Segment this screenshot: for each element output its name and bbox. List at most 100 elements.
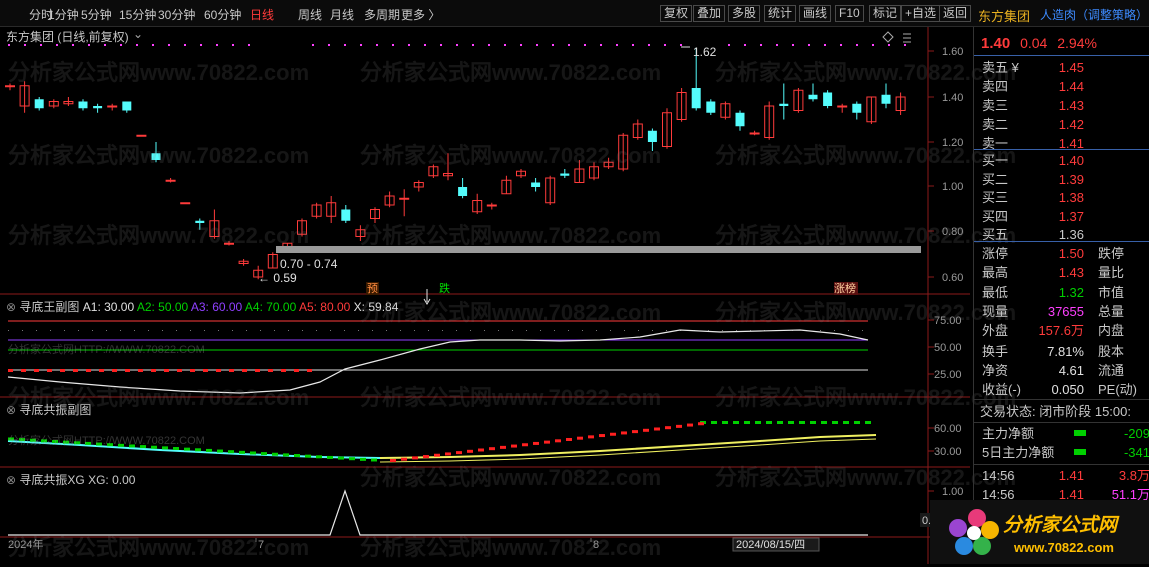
stat-label-right: 跌停 [1098,246,1125,261]
signal-dot [440,44,442,46]
candle-body [458,187,468,196]
toolbar-button[interactable]: 叠加 [693,5,726,22]
toolbar-button[interactable]: 统计 [764,5,797,22]
period-tab[interactable]: 5分钟 [81,6,112,23]
ind2-green-dash [283,453,289,457]
ind2-y-label: 60.00 [934,423,962,435]
period-tab[interactable]: 1分钟 [48,6,79,23]
ind1-square [190,369,195,372]
ind2-green-dash [184,447,190,451]
ind1-square [255,369,260,372]
ind1-square [229,369,234,372]
period-tab[interactable]: 多周期 [364,6,400,23]
toolbar-button[interactable]: 画线 [799,5,832,22]
tick-price: 1.41 [1058,468,1084,483]
ind1-dots [568,330,569,331]
flow-row: 5日主力净额 -341 [974,443,1149,462]
candle-body [180,202,191,205]
ind2-green-dash [261,452,267,456]
ind2-green-dash [327,455,333,459]
strategy-link[interactable]: 人造肉（调整策略） [1040,6,1148,23]
toolbar-button[interactable]: F10 [835,5,864,22]
ind2-green-dash [294,454,300,458]
watermark: 分析家公式网www.70822.com [360,535,662,560]
order-book-row[interactable]: 买二 1.39 [974,170,1149,189]
order-book-price: 1.42 [1058,117,1084,132]
y-tick-label: 1.40 [942,92,963,104]
order-book-row[interactable]: 卖五 ¥ 1.45 [974,58,1149,77]
ind1-dots [344,330,345,331]
watermark: 分析家公式网www.70822.com [8,143,310,168]
toolbar-button[interactable]: +自选 [901,5,941,22]
signal-dot [328,44,330,46]
signal-dot [840,44,842,46]
ind2-red-dash [489,447,495,451]
watermark: 分析家公式网www.70822.com [715,223,1017,248]
ind1-dots [624,330,625,331]
toolbar-button[interactable]: 多股 [728,5,761,22]
ind1-dots [50,330,51,331]
order-book-row[interactable]: 买三 1.38 [974,188,1149,207]
period-tab[interactable]: 60分钟 [204,6,241,23]
period-tab[interactable]: 周线 [298,6,322,23]
watermark: 分析家公式网www.70822.com [360,465,662,490]
ind3-xg: XG: 0.00 [88,473,136,487]
ind2-red-dash [698,422,704,426]
period-tab[interactable]: 30分钟 [158,6,195,23]
order-book-row[interactable]: 卖二 1.42 [974,115,1149,134]
order-book-row[interactable]: 买四 1.37 [974,207,1149,226]
ind2-green-dash [755,421,761,424]
order-book-row[interactable]: 卖四 1.44 [974,77,1149,96]
signal-dot [392,44,394,46]
watermark: 分析家公式网www.70822.com [8,385,310,410]
watermark: 分析家公式网www.70822.com [715,465,1017,490]
order-book-label: 卖四 [982,79,1009,94]
logo-url: www.70822.com [1014,540,1114,555]
close-icon[interactable]: ⊗ [6,300,16,314]
close-icon[interactable]: ⊗ [6,473,16,487]
order-book-row[interactable]: 卖三 1.43 [974,96,1149,115]
signal-dot [728,44,730,46]
ind1-square [138,369,143,372]
symbol-name[interactable]: 东方集团 [978,6,1030,25]
period-tab[interactable]: 更多 〉 [401,6,440,23]
flow-bar [1074,430,1086,436]
signal-dot [456,44,458,46]
ind1-dots [78,330,79,331]
logo-flower-icon [949,509,999,555]
period-tab[interactable]: 日线 [250,6,274,23]
ind1-square [112,369,117,372]
ind2-red-dash [588,435,594,439]
marker-zb: 涨榜 [834,281,856,295]
range-label: 0.70 - 0.74 [280,257,338,271]
x-axis-date: 2024/08/15/四 [736,539,805,551]
ind1-legend: ⊗ 寻底王副图 A1: 30.00 A2: 50.00 A3: 60.00 A4… [6,298,398,315]
period-tab[interactable]: 15分钟 [119,6,156,23]
stat-label: 收益(-) [982,382,1021,397]
period-tab[interactable]: 月线 [330,6,354,23]
ind2-red-dash [500,445,506,449]
candle-body [486,204,497,207]
trade-state: 交易状态: 闭市阶段 15:00: [980,404,1131,419]
ind2-green-dash [854,421,860,424]
ind1-dots [190,330,191,331]
order-book-price: 1.43 [1058,98,1084,113]
signal-dot [504,44,506,46]
signal-dot [536,44,538,46]
ind1-square [216,369,221,372]
ind1-dots [232,330,233,331]
signal-dot [824,44,826,46]
toolbar-button[interactable]: 复权 [660,5,693,22]
candle-body [823,92,833,106]
stat-row: 最低 1.32 市值 [974,283,1149,302]
candle-body [34,99,44,109]
chevron-down-icon[interactable]: ⌄ [133,27,143,41]
ind2-green-dash [788,421,794,424]
toolbar-button[interactable]: 返回 [939,5,972,22]
order-book-row[interactable]: 买一 1.40 [974,151,1149,170]
toolbar-button[interactable]: 标记 [869,5,902,22]
order-book-price: 1.40 [1058,153,1084,168]
stat-value: 0.050 [1051,382,1084,397]
ind2-watermark: 分析家公式网HTTP://WWW.70822.COM [8,435,205,447]
ind2-green-dash [777,421,783,424]
